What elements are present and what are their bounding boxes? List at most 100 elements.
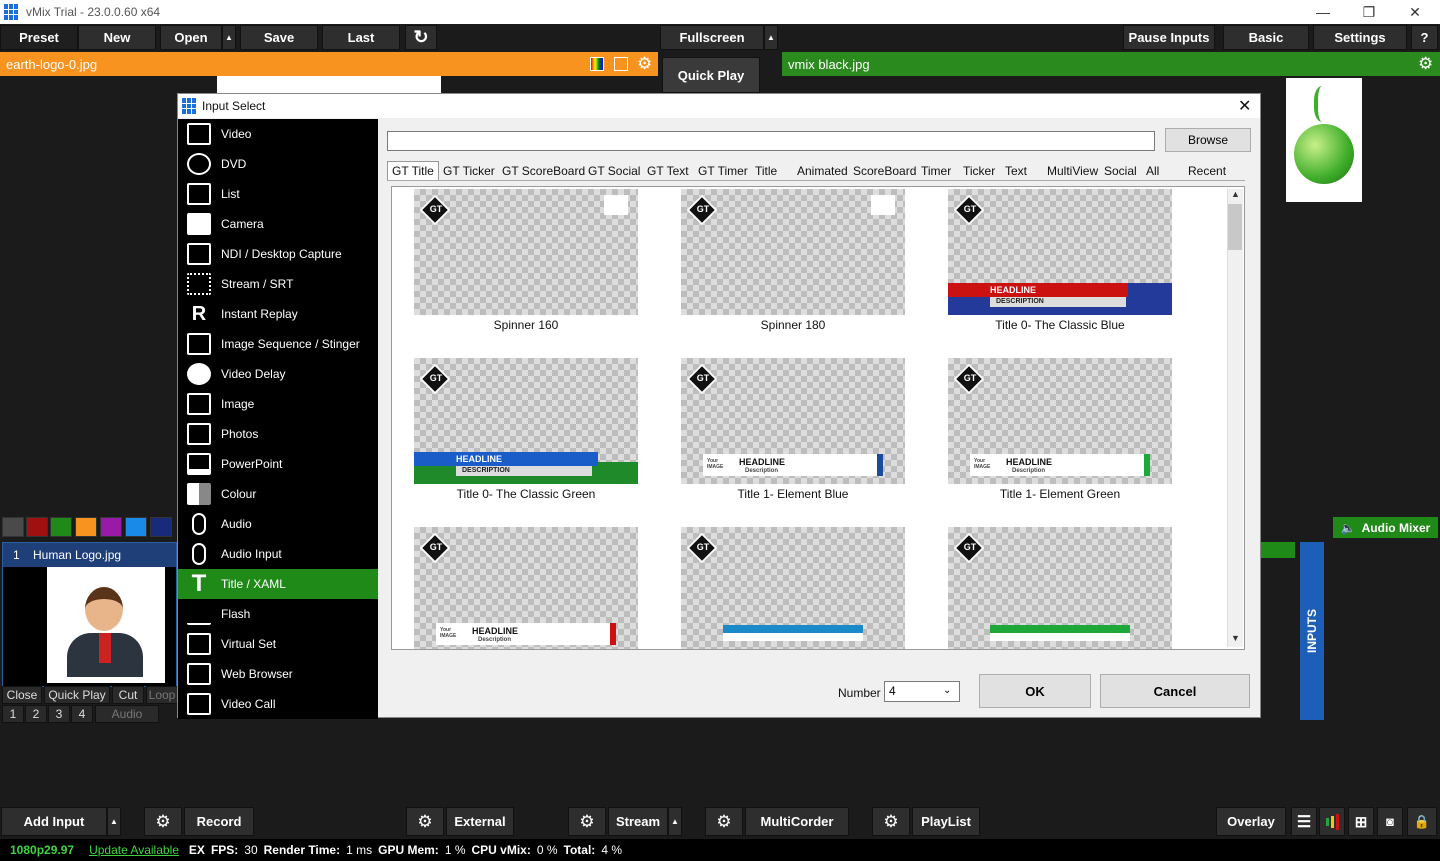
- template-thumbnail[interactable]: GT HEADLINE Description Your IMAGE: [681, 358, 905, 484]
- close-icon[interactable]: ✕: [1392, 0, 1438, 24]
- tab-ticker[interactable]: Ticker: [961, 161, 997, 180]
- stream-button[interactable]: Stream: [608, 807, 668, 836]
- category-instant-replay[interactable]: R Instant Replay: [178, 299, 378, 329]
- grid-scrollbar[interactable]: ▲ ▼: [1227, 189, 1243, 647]
- slot-3-button[interactable]: 3: [48, 705, 70, 723]
- add-input-button[interactable]: Add Input: [1, 807, 107, 836]
- tab-timer[interactable]: Timer: [919, 161, 953, 180]
- loop-button[interactable]: Loop: [146, 686, 178, 704]
- cancel-button[interactable]: Cancel: [1100, 674, 1250, 708]
- colour-swatch-blue[interactable]: [125, 517, 147, 537]
- tab-scoreboard[interactable]: ScoreBoard: [851, 161, 918, 180]
- category-powerpoint[interactable]: PowerPoint: [178, 449, 378, 479]
- update-available-link[interactable]: Update Available: [89, 843, 179, 857]
- refresh-icon[interactable]: ↻: [405, 25, 437, 50]
- category-title-xaml[interactable]: T Title / XAML: [178, 569, 378, 599]
- slot-1-button[interactable]: 1: [2, 705, 24, 723]
- category-photos[interactable]: Photos: [178, 419, 378, 449]
- colour-swatch-grey[interactable]: [2, 517, 24, 537]
- pause-inputs-button[interactable]: Pause Inputs: [1123, 25, 1215, 50]
- tab-gt-text[interactable]: GT Text: [645, 161, 691, 180]
- category-virtual-set[interactable]: Virtual Set: [178, 629, 378, 659]
- add-input-dropdown-icon[interactable]: ▲: [107, 807, 121, 836]
- colour-bars-icon[interactable]: [590, 57, 604, 71]
- program-gear-icon[interactable]: ⚙: [1418, 54, 1433, 74]
- close-input-button[interactable]: Close: [2, 686, 42, 704]
- category-video[interactable]: Video: [178, 119, 378, 149]
- tab-gt-title[interactable]: GT Title: [387, 161, 439, 180]
- tab-multiview[interactable]: MultiView: [1045, 161, 1100, 180]
- category-video-call[interactable]: Video Call: [178, 689, 378, 719]
- save-button[interactable]: Save: [240, 25, 318, 50]
- playlist-button[interactable]: PlayList: [912, 807, 980, 836]
- category-image-sequence[interactable]: Image Sequence / Stinger: [178, 329, 378, 359]
- template-thumbnail[interactable]: GT HEADLINE Description Your IMAGE: [414, 527, 638, 649]
- template-thumbnail[interactable]: GT: [948, 527, 1172, 649]
- colour-swatch-purple[interactable]: [100, 517, 122, 537]
- template-thumbnail[interactable]: GT: [681, 189, 905, 315]
- template-thumbnail[interactable]: GT HEADLINE DESCRIPTION: [948, 189, 1172, 315]
- tab-text[interactable]: Text: [1003, 161, 1029, 180]
- tab-all[interactable]: All: [1144, 161, 1161, 180]
- search-input[interactable]: [387, 131, 1155, 151]
- slot-4-button[interactable]: 4: [71, 705, 93, 723]
- open-dropdown-icon[interactable]: ▲: [222, 25, 236, 50]
- cut-button[interactable]: Cut: [112, 686, 144, 704]
- record-button[interactable]: Record: [184, 807, 254, 836]
- multicorder-button[interactable]: MultiCorder: [745, 807, 849, 836]
- colour-swatch-orange[interactable]: [75, 517, 97, 537]
- audio-meter-icon[interactable]: [1319, 807, 1345, 836]
- category-web-browser[interactable]: Web Browser: [178, 659, 378, 689]
- slot-2-button[interactable]: 2: [25, 705, 47, 723]
- inputs-panel-tab[interactable]: INPUTS: [1300, 542, 1324, 720]
- preset-button[interactable]: Preset: [0, 25, 78, 50]
- quick-play-button[interactable]: Quick Play: [662, 57, 760, 93]
- browse-button[interactable]: Browse: [1165, 128, 1251, 152]
- snapshot-camera-icon[interactable]: ◙: [1377, 807, 1403, 836]
- category-audio-input[interactable]: Audio Input: [178, 539, 378, 569]
- list-view-icon[interactable]: ☰: [1291, 807, 1317, 836]
- category-colour[interactable]: Colour: [178, 479, 378, 509]
- category-audio[interactable]: Audio: [178, 509, 378, 539]
- multiview-grid-icon[interactable]: ⊞: [1348, 807, 1374, 836]
- external-button[interactable]: External: [446, 807, 514, 836]
- category-dvd[interactable]: DVD: [178, 149, 378, 179]
- scrollbar-thumb[interactable]: [1228, 204, 1242, 250]
- number-select[interactable]: 4 ⌄: [884, 681, 960, 702]
- audio-button[interactable]: Audio: [95, 705, 159, 723]
- safe-area-icon[interactable]: [614, 57, 628, 71]
- scroll-up-icon[interactable]: ▲: [1231, 189, 1240, 199]
- tab-gt-social[interactable]: GT Social: [586, 161, 642, 180]
- colour-swatch-green[interactable]: [50, 517, 72, 537]
- tab-gt-scoreboard[interactable]: GT ScoreBoard: [500, 161, 587, 180]
- ok-button[interactable]: OK: [979, 674, 1091, 708]
- category-ndi[interactable]: NDI / Desktop Capture: [178, 239, 378, 269]
- stream-dropdown-icon[interactable]: ▲: [668, 807, 682, 836]
- template-thumbnail[interactable]: GT HEADLINE Description Your IMAGE: [948, 358, 1172, 484]
- scroll-down-icon[interactable]: ▼: [1231, 633, 1240, 643]
- tab-social[interactable]: Social: [1102, 161, 1139, 180]
- category-flash[interactable]: Flash: [178, 599, 378, 629]
- category-video-delay[interactable]: Video Delay: [178, 359, 378, 389]
- category-stream[interactable]: Stream / SRT: [178, 269, 378, 299]
- lock-icon[interactable]: 🔒: [1407, 807, 1437, 836]
- last-button[interactable]: Last: [322, 25, 400, 50]
- external-settings-gear-icon[interactable]: ⚙: [406, 807, 444, 836]
- fullscreen-dropdown-icon[interactable]: ▲: [764, 25, 778, 50]
- template-thumbnail[interactable]: GT: [414, 189, 638, 315]
- open-button[interactable]: Open: [160, 25, 222, 50]
- overlay-button[interactable]: Overlay: [1216, 807, 1286, 836]
- stream-settings-gear-icon[interactable]: ⚙: [568, 807, 606, 836]
- settings-button[interactable]: Settings: [1313, 25, 1407, 50]
- multicorder-settings-gear-icon[interactable]: ⚙: [705, 807, 743, 836]
- minimize-icon[interactable]: —: [1300, 0, 1346, 24]
- colour-swatch-navy[interactable]: [150, 517, 172, 537]
- template-thumbnail[interactable]: GT HEADLINE DESCRIPTION: [414, 358, 638, 484]
- category-image[interactable]: Image: [178, 389, 378, 419]
- tab-animated[interactable]: Animated: [795, 161, 850, 180]
- preview-gear-icon[interactable]: ⚙: [637, 54, 652, 74]
- playlist-settings-gear-icon[interactable]: ⚙: [872, 807, 910, 836]
- template-thumbnail[interactable]: GT: [681, 527, 905, 649]
- colour-swatch-red[interactable]: [26, 517, 48, 537]
- quick-play-input-button[interactable]: Quick Play: [44, 686, 110, 704]
